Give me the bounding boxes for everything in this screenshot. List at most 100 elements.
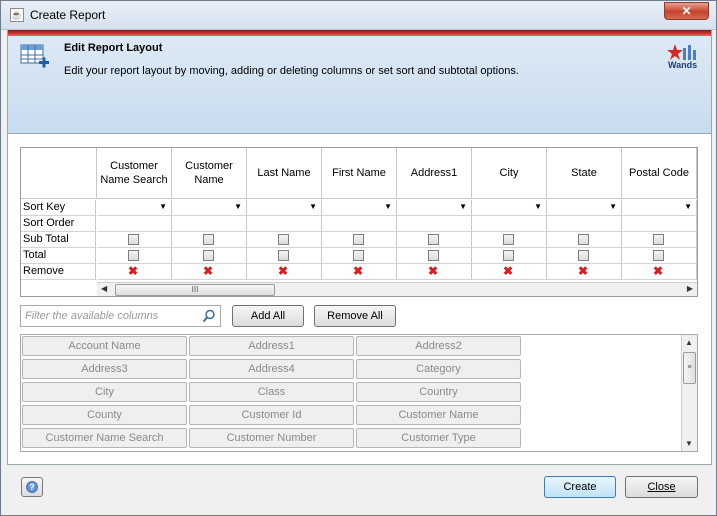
subtotal-checkbox[interactable] — [578, 234, 589, 245]
subtotal-checkbox[interactable] — [203, 234, 214, 245]
sort-order-cell[interactable] — [547, 216, 622, 232]
total-cell — [472, 248, 547, 264]
available-column-chip[interactable]: Country — [356, 382, 521, 402]
sort-key-dropdown[interactable]: ▼ — [472, 200, 547, 216]
total-cell — [622, 248, 697, 264]
available-column-chip[interactable]: Category — [356, 359, 521, 379]
available-column-chip[interactable]: Customer Number — [189, 428, 354, 448]
sort-key-dropdown[interactable]: ▼ — [172, 200, 247, 216]
column-header[interactable]: Customer Name Search — [97, 148, 172, 199]
sort-order-cell[interactable] — [397, 216, 472, 232]
scroll-right-icon[interactable]: ▶ — [687, 284, 693, 293]
add-all-button[interactable]: Add All — [232, 305, 304, 327]
available-columns-list: Account Name Address1 Address2 Address3 … — [20, 334, 698, 452]
available-column-chip[interactable]: City — [22, 382, 187, 402]
sort-order-cell[interactable] — [97, 216, 172, 232]
table-add-icon — [20, 44, 49, 68]
sort-order-cell[interactable] — [322, 216, 397, 232]
total-checkbox[interactable] — [428, 250, 439, 261]
grid-horizontal-scrollbar[interactable]: ◀ III ▶ — [97, 282, 697, 296]
java-app-icon: ☕ — [10, 8, 24, 22]
sort-key-dropdown[interactable]: ▼ — [247, 200, 322, 216]
sort-key-dropdown[interactable]: ▼ — [622, 200, 697, 216]
column-header[interactable]: Address1 — [397, 148, 472, 199]
available-column-chip[interactable]: Account Name — [22, 336, 187, 356]
available-column-chip[interactable]: Customer Name — [356, 405, 521, 425]
remove-cell: ✖ — [397, 264, 472, 280]
remove-column-icon[interactable]: ✖ — [203, 264, 213, 278]
available-column-chip[interactable]: Address4 — [189, 359, 354, 379]
available-column-chip[interactable]: Customer Name Search — [22, 428, 187, 448]
total-checkbox[interactable] — [578, 250, 589, 261]
sort-order-cell[interactable] — [172, 216, 247, 232]
subtotal-cell — [322, 232, 397, 248]
row-label-sub-total: Sub Total — [21, 232, 96, 248]
scroll-left-icon[interactable]: ◀ — [101, 284, 107, 293]
sort-key-dropdown[interactable]: ▼ — [97, 200, 172, 216]
total-checkbox[interactable] — [278, 250, 289, 261]
column-header[interactable]: Last Name — [247, 148, 322, 199]
subtotal-checkbox[interactable] — [653, 234, 664, 245]
available-column-chip[interactable]: County — [22, 405, 187, 425]
subtotal-cell — [547, 232, 622, 248]
column-header[interactable]: Postal Code — [622, 148, 697, 199]
subtotal-cell — [172, 232, 247, 248]
total-checkbox[interactable] — [503, 250, 514, 261]
sort-order-cell[interactable] — [622, 216, 697, 232]
total-checkbox[interactable] — [653, 250, 664, 261]
remove-column-icon[interactable]: ✖ — [353, 264, 363, 278]
search-icon[interactable] — [202, 309, 216, 323]
create-button[interactable]: Create — [544, 476, 616, 498]
scroll-thumb[interactable]: III — [115, 284, 275, 296]
remove-column-icon[interactable]: ✖ — [278, 264, 288, 278]
available-column-chip[interactable]: Customer Type — [356, 428, 521, 448]
available-column-chip[interactable]: Class — [189, 382, 354, 402]
sort-key-dropdown[interactable]: ▼ — [322, 200, 397, 216]
subtotal-checkbox[interactable] — [278, 234, 289, 245]
scroll-up-icon[interactable]: ▲ — [685, 338, 693, 347]
remove-column-icon[interactable]: ✖ — [578, 264, 588, 278]
available-column-chip[interactable]: Customer Id — [189, 405, 354, 425]
dropdown-arrow-icon: ▼ — [159, 202, 167, 211]
scroll-thumb[interactable]: ≡ — [683, 352, 696, 384]
sort-order-cell[interactable] — [472, 216, 547, 232]
row-label-total: Total — [21, 248, 96, 264]
subtotal-checkbox[interactable] — [353, 234, 364, 245]
subtotal-cell — [622, 232, 697, 248]
available-column-chip[interactable]: Address3 — [22, 359, 187, 379]
remove-all-button[interactable]: Remove All — [314, 305, 396, 327]
dropdown-arrow-icon: ▼ — [534, 202, 542, 211]
row-label-remove: Remove — [21, 264, 96, 280]
remove-column-icon[interactable]: ✖ — [428, 264, 438, 278]
column-header[interactable]: City — [472, 148, 547, 199]
remove-column-icon[interactable]: ✖ — [128, 264, 138, 278]
sort-key-dropdown[interactable]: ▼ — [547, 200, 622, 216]
available-vertical-scrollbar[interactable]: ▲ ≡ ▼ — [681, 335, 697, 451]
total-checkbox[interactable] — [128, 250, 139, 261]
scroll-down-icon[interactable]: ▼ — [685, 439, 693, 448]
column-header[interactable]: Customer Name — [172, 148, 247, 199]
sort-order-cell[interactable] — [247, 216, 322, 232]
column-header[interactable]: State — [547, 148, 622, 199]
column-header[interactable]: First Name — [322, 148, 397, 199]
subtotal-cell — [472, 232, 547, 248]
total-checkbox[interactable] — [353, 250, 364, 261]
create-report-dialog: ☕ Create Report ✕ Edit Report Layout Edi… — [0, 0, 717, 516]
subtotal-checkbox[interactable] — [503, 234, 514, 245]
help-button[interactable]: ? — [21, 477, 43, 497]
subtotal-checkbox[interactable] — [128, 234, 139, 245]
close-button[interactable]: Close — [625, 476, 698, 498]
filter-columns-input[interactable]: Filter the available columns — [20, 305, 221, 327]
remove-column-icon[interactable]: ✖ — [653, 264, 663, 278]
dropdown-arrow-icon: ▼ — [384, 202, 392, 211]
available-column-chip[interactable]: Address2 — [356, 336, 521, 356]
window-close-button[interactable]: ✕ — [664, 2, 709, 20]
dropdown-arrow-icon: ▼ — [309, 202, 317, 211]
available-column-chip[interactable]: Address1 — [189, 336, 354, 356]
subtotal-checkbox[interactable] — [428, 234, 439, 245]
total-checkbox[interactable] — [203, 250, 214, 261]
title-bar: ☕ Create Report ✕ — [1, 1, 716, 30]
remove-column-icon[interactable]: ✖ — [503, 264, 513, 278]
sort-key-dropdown[interactable]: ▼ — [397, 200, 472, 216]
help-icon: ? — [26, 481, 38, 493]
